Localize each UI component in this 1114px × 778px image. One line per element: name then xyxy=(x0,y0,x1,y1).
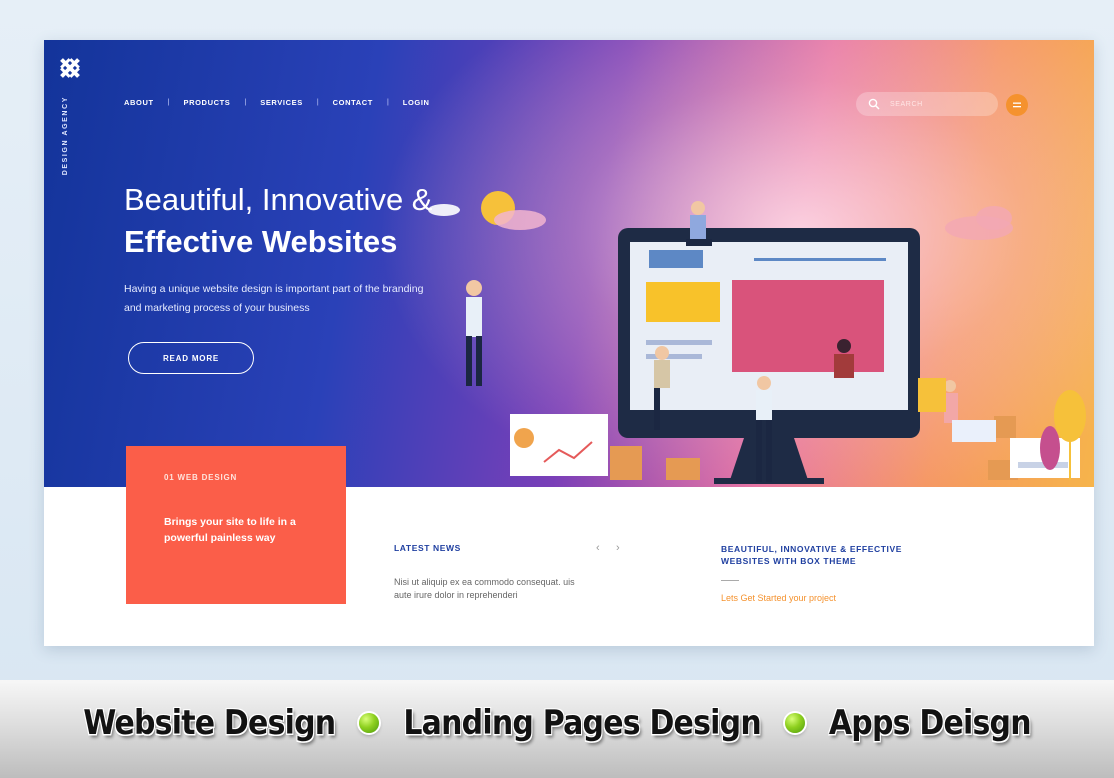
hero-description: Having a unique website design is import… xyxy=(124,283,424,314)
banner-website-design: Website Design xyxy=(83,703,336,743)
latest-news-text: Nisi ut aliquip ex ea commodo consequat.… xyxy=(394,577,575,600)
bullet-dot-icon xyxy=(784,713,805,733)
banner-apps-design: Apps Deisgn xyxy=(828,703,1032,743)
nav-separator: | xyxy=(316,99,319,106)
nav-contact[interactable]: CONTACT xyxy=(333,98,373,107)
search-icon[interactable] xyxy=(868,98,880,110)
news-prev-button[interactable]: ‹ xyxy=(596,542,616,554)
chart-card-illustration xyxy=(510,414,608,476)
read-more-button[interactable]: READ MORE xyxy=(128,342,254,374)
get-started-link[interactable]: Lets Get Started your project xyxy=(721,593,836,603)
hero-title-line2: Effective Websites xyxy=(124,224,398,259)
menu-icon xyxy=(1013,102,1021,108)
hero-title-line1: Beautiful, Innovative & xyxy=(124,182,433,217)
nav-about[interactable]: ABOUT xyxy=(124,98,154,107)
menu-button[interactable] xyxy=(1006,94,1028,116)
nav-separator: | xyxy=(386,99,389,106)
nav-products[interactable]: PRODUCTS xyxy=(184,98,231,107)
search-input[interactable] xyxy=(888,99,992,109)
search-box[interactable] xyxy=(856,92,998,116)
cloud-right-illustration xyxy=(945,206,1013,240)
nav-separator: | xyxy=(167,99,170,106)
speech-bubble-illustration xyxy=(918,378,946,412)
website-mockup: DESIGN AGENCY ABOUT | PRODUCTS | SERVICE… xyxy=(44,40,1094,646)
services-banner: Website Design Landing Pages Design Apps… xyxy=(0,680,1114,778)
card-label: 01 WEB DESIGN xyxy=(164,473,238,482)
banner-landing-pages-design: Landing Pages Design xyxy=(403,703,761,743)
bullet-dot-icon xyxy=(359,713,380,733)
hero-section: DESIGN AGENCY ABOUT | PRODUCTS | SERVICE… xyxy=(44,40,1094,487)
nav-login[interactable]: LOGIN xyxy=(403,98,430,107)
nav-services[interactable]: SERVICES xyxy=(260,98,303,107)
sun-cloud-illustration xyxy=(428,191,546,230)
box-theme-title: BEAUTIFUL, INNOVATIVE & EFFECTIVE WEBSIT… xyxy=(721,544,902,566)
web-design-card[interactable]: 01 WEB DESIGN Brings your site to life i… xyxy=(126,446,346,604)
main-nav: ABOUT | PRODUCTS | SERVICES | CONTACT | … xyxy=(124,98,430,107)
divider xyxy=(721,580,739,582)
banner-row: Website Design Landing Pages Design Apps… xyxy=(0,680,1114,766)
brand-vertical-label: DESIGN AGENCY xyxy=(62,96,69,176)
card-text: Brings your site to life in a powerful p… xyxy=(164,516,296,544)
news-pager: ‹ › xyxy=(596,542,636,554)
news-next-button[interactable]: › xyxy=(616,542,636,554)
brand-logo-icon[interactable] xyxy=(56,54,84,82)
hero-illustration xyxy=(428,191,1086,484)
nav-separator: | xyxy=(244,99,247,106)
latest-news-title: LATEST NEWS xyxy=(394,543,461,553)
